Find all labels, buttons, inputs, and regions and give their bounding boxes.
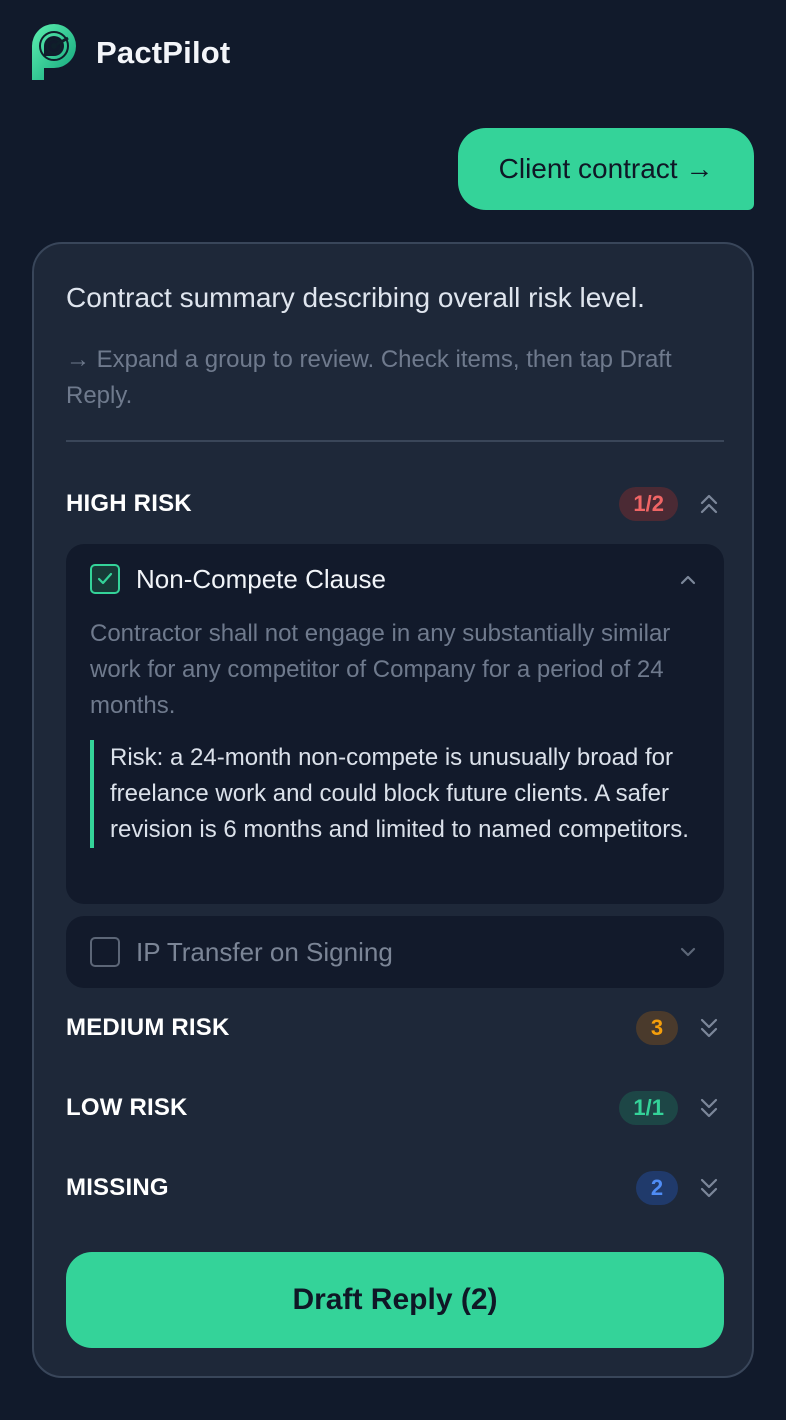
risk-item-non-compete[interactable]: Non-Compete Clause Contractor shall not …: [66, 544, 724, 904]
group-title: HIGH RISK: [66, 490, 192, 517]
contract-review-card: Contract summary describing overall risk…: [32, 242, 754, 1378]
group-title: LOW RISK: [66, 1094, 188, 1121]
app-name: PactPilot: [96, 35, 231, 70]
group-missing[interactable]: MISSING 2: [66, 1168, 724, 1208]
risk-count-badge: 2: [636, 1171, 678, 1205]
item-title: Non-Compete Clause: [136, 564, 387, 594]
item-checkbox[interactable]: [90, 937, 120, 967]
user-message-bubble[interactable]: Client contract →: [458, 128, 754, 210]
risk-explanation: Risk: a 24-month non-compete is unusuall…: [90, 740, 700, 848]
risk-item-ip-transfer[interactable]: IP Transfer on Signing: [66, 916, 724, 988]
chevron-down-icon[interactable]: [676, 940, 700, 964]
collapse-group-icon[interactable]: [694, 489, 724, 519]
risk-count-badge: 3: [636, 1011, 678, 1045]
expand-group-icon[interactable]: [694, 1093, 724, 1123]
review-hint: → Expand a group to review. Check items,…: [66, 346, 672, 409]
item-title: IP Transfer on Signing: [136, 937, 393, 967]
group-medium-risk[interactable]: MEDIUM RISK 3: [66, 1008, 724, 1048]
pactpilot-logo-icon: [32, 24, 76, 80]
draft-reply-button[interactable]: Draft Reply (2): [66, 1252, 724, 1348]
item-checkbox[interactable]: [90, 564, 120, 594]
group-high-risk[interactable]: HIGH RISK 1/2: [66, 484, 724, 524]
divider: [66, 440, 724, 442]
group-title: MISSING: [66, 1174, 169, 1201]
group-title: MEDIUM RISK: [66, 1014, 230, 1041]
risk-count-badge: 1/2: [619, 487, 678, 521]
chevron-up-icon[interactable]: [676, 568, 700, 592]
contract-summary: Contract summary describing overall risk…: [66, 282, 645, 313]
expand-group-icon[interactable]: [694, 1013, 724, 1043]
expand-group-icon[interactable]: [694, 1173, 724, 1203]
check-icon: [97, 572, 113, 585]
app-header: PactPilot: [28, 22, 230, 84]
clause-text: Contractor shall not engage in any subst…: [90, 620, 671, 719]
group-low-risk[interactable]: LOW RISK 1/1: [66, 1088, 724, 1128]
risk-count-badge: 1/1: [619, 1091, 678, 1125]
